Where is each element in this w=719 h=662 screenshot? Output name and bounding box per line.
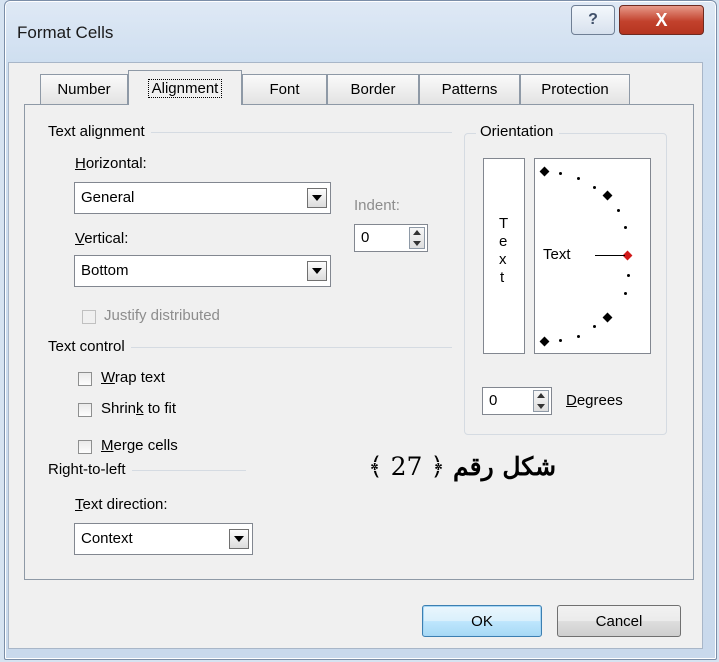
caption-text: شكل رقم <box>452 452 557 481</box>
title-bar[interactable]: Format Cells ? X <box>5 1 716 63</box>
degrees-value: 0 <box>489 392 498 409</box>
right-to-left-group-label: Right-to-left <box>48 461 132 478</box>
text-direction-value: Context <box>81 530 133 547</box>
chevron-down-icon[interactable] <box>307 188 327 208</box>
tab-patterns-label: Patterns <box>441 81 498 98</box>
spin-arrows-icon[interactable] <box>409 227 425 249</box>
indent-label: Indent: <box>354 197 400 214</box>
vertical-text-letter: t <box>500 269 505 286</box>
horizontal-label: Horizontal: <box>75 155 147 172</box>
dial-dot <box>577 177 580 180</box>
text-alignment-group-label: Text alignment <box>48 123 151 140</box>
text-direction-label: Text direction: <box>75 496 168 513</box>
tab-border[interactable]: Border <box>327 74 419 104</box>
dial-dot <box>559 172 562 175</box>
shrink-to-fit-label[interactable]: Shrink to fit <box>101 400 176 417</box>
horizontal-value: General <box>81 189 135 206</box>
degrees-label: Degrees <box>566 392 623 409</box>
chevron-down-icon[interactable] <box>307 261 327 281</box>
caption-number: 27 <box>390 452 423 481</box>
orientation-dial[interactable]: Text <box>534 158 651 354</box>
dial-text: Text <box>543 246 571 263</box>
caption-ornament-open: ﴿ <box>430 452 446 481</box>
vertical-text-letter: e <box>499 233 508 250</box>
dial-dot <box>624 292 627 295</box>
figure-caption: شكل رقم ﴿ 27 ﴾ <box>368 452 556 481</box>
cancel-button[interactable]: Cancel <box>557 605 681 637</box>
merge-cells-label[interactable]: Merge cells <box>101 437 178 454</box>
tab-alignment-label: Alignment <box>147 78 223 98</box>
tab-protection[interactable]: Protection <box>520 74 630 104</box>
wrap-text-checkbox[interactable] <box>78 372 92 386</box>
tab-number-label: Number <box>57 81 111 98</box>
dial-dot <box>624 226 627 229</box>
justify-distributed-label: Justify distributed <box>104 307 220 324</box>
dial-marker-upper[interactable] <box>602 190 613 201</box>
dial-dot <box>617 209 620 212</box>
vertical-label: Vertical: <box>75 230 129 247</box>
vertical-value: Bottom <box>81 262 129 279</box>
orientation-group-label: Orientation <box>476 123 560 140</box>
degrees-spinner[interactable]: 0 <box>482 387 552 415</box>
dial-marker-bottom[interactable] <box>539 336 550 347</box>
help-button[interactable]: ? <box>571 5 615 35</box>
vertical-text-letter: x <box>499 251 507 268</box>
merge-cells-checkbox[interactable] <box>78 440 92 454</box>
dial-pointer-line <box>595 255 625 256</box>
tab-font[interactable]: Font <box>242 74 327 104</box>
vertical-select[interactable]: Bottom <box>74 255 331 287</box>
caption-ornament-close: ﴾ <box>368 452 383 481</box>
dial-dot <box>577 335 580 338</box>
dial-marker-top[interactable] <box>539 166 550 177</box>
indent-value: 0 <box>361 229 370 246</box>
tab-alignment[interactable]: Alignment <box>128 70 242 105</box>
spin-arrows-icon[interactable] <box>533 390 549 412</box>
tab-protection-label: Protection <box>541 81 609 98</box>
dial-dot <box>627 274 630 277</box>
dial-dot <box>593 186 596 189</box>
dial-dot <box>593 325 596 328</box>
justify-distributed-checkbox <box>82 310 96 324</box>
dial-marker-lower[interactable] <box>602 312 613 323</box>
shrink-to-fit-checkbox[interactable] <box>78 403 92 417</box>
dial-dot <box>559 339 562 342</box>
horizontal-select[interactable]: General <box>74 182 331 214</box>
ok-button[interactable]: OK <box>422 605 542 637</box>
chevron-down-icon[interactable] <box>229 529 249 549</box>
text-direction-select[interactable]: Context <box>74 523 253 555</box>
vertical-text-toggle[interactable]: T e x t <box>483 158 525 354</box>
wrap-text-label[interactable]: Wrap text <box>101 369 165 386</box>
text-control-group-label: Text control <box>48 338 131 355</box>
tab-patterns[interactable]: Patterns <box>419 74 520 104</box>
window-title: Format Cells <box>17 23 114 42</box>
vertical-text-letter: T <box>499 215 509 232</box>
tab-font-label: Font <box>269 81 300 98</box>
tab-border-label: Border <box>350 81 396 98</box>
tab-number[interactable]: Number <box>40 74 128 104</box>
close-button[interactable]: X <box>619 5 704 35</box>
indent-spinner[interactable]: 0 <box>354 224 428 252</box>
